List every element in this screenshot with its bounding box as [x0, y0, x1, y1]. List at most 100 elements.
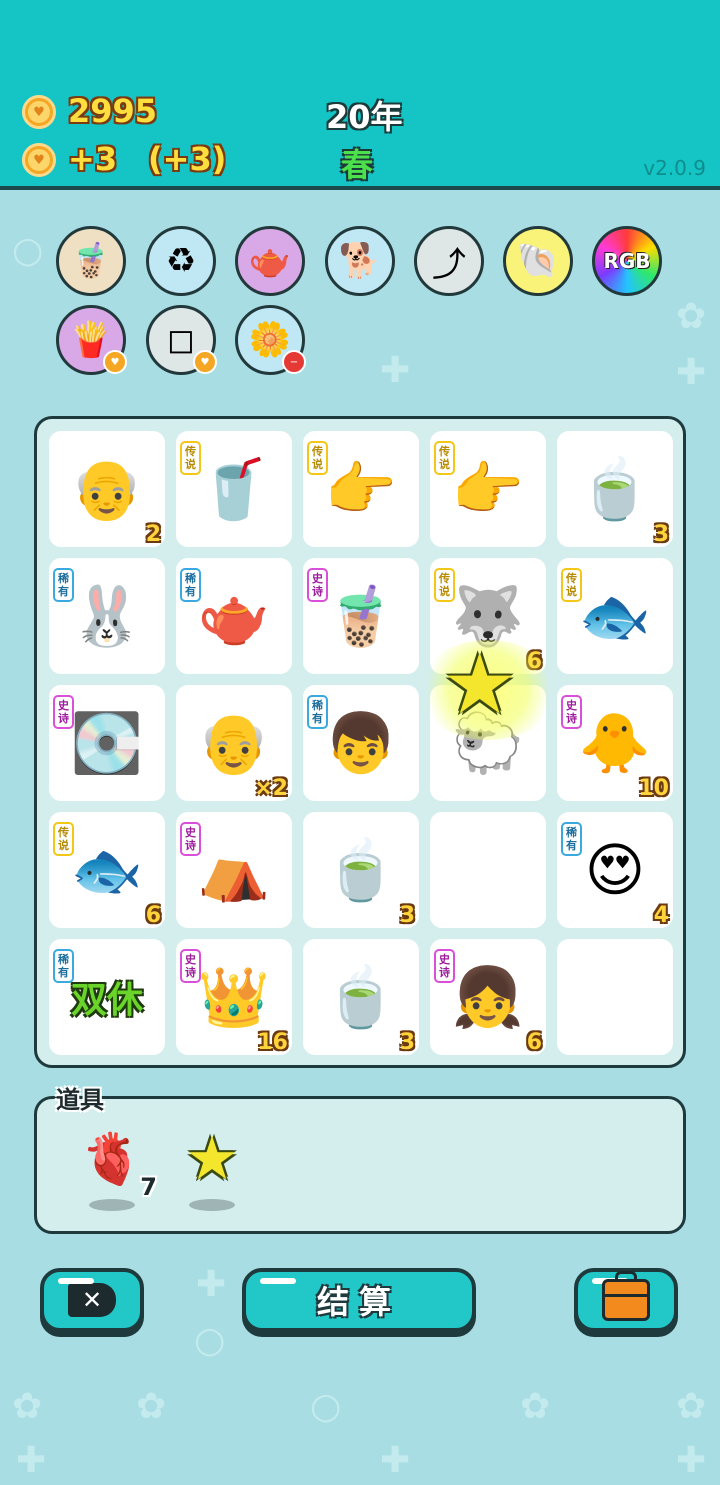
- background-pattern: ✚: [16, 1440, 47, 1481]
- sugar-cubes-icon[interactable]: ◻ ♥: [146, 305, 217, 375]
- coin-badge-icon: ♥: [193, 350, 217, 374]
- top-status-bar: ♥ 2995 ♥ +3 (+3) 20年 春 v2.0.9: [0, 0, 720, 190]
- coin-income-bonus: (+3): [148, 140, 227, 178]
- board-cell[interactable]: 🫖 稀有: [176, 558, 292, 674]
- board-cell[interactable]: 💽 史诗: [49, 685, 165, 801]
- cell-count: 3: [399, 903, 415, 928]
- fries-icon[interactable]: 🍟 ♥: [56, 305, 127, 375]
- background-pattern: ○: [310, 1386, 342, 1427]
- rarity-tag: 稀有: [307, 695, 328, 729]
- coin-icon: ♥: [22, 95, 56, 129]
- background-pattern: ✿: [676, 296, 707, 337]
- rarity-tag: 史诗: [180, 949, 201, 983]
- board-cell[interactable]: 🐟 传说: [557, 558, 673, 674]
- doge-sunglasses-icon[interactable]: 🐕: [325, 226, 395, 296]
- cell-count: 3: [399, 1030, 415, 1055]
- recycle-bag-icon[interactable]: ♻: [146, 226, 216, 296]
- board-cell[interactable]: 👉 传说: [430, 431, 546, 547]
- item-slot[interactable]: 🫀 7: [77, 1129, 157, 1211]
- potted-flower-icon[interactable]: 🌼 −: [235, 305, 306, 375]
- rarity-tag: 稀有: [561, 822, 582, 856]
- settle-button[interactable]: 结算: [242, 1268, 476, 1332]
- rarity-tag: 传说: [434, 568, 455, 602]
- item-count: 7: [140, 1173, 157, 1201]
- background-pattern: ○: [194, 1320, 226, 1361]
- empty-cell: [557, 939, 673, 1055]
- background-pattern: ○: [12, 230, 44, 271]
- rarity-tag: 稀有: [53, 949, 74, 983]
- background-pattern: ✿: [520, 1386, 551, 1427]
- board-cell[interactable]: 🥤 传说: [176, 431, 292, 547]
- rgb-icon[interactable]: RGB: [592, 226, 662, 296]
- rarity-tag: 传说: [53, 822, 74, 856]
- rarity-tag: 稀有: [53, 568, 74, 602]
- settle-button-label: 结算: [316, 1283, 401, 1321]
- liver-icon: 🫀: [80, 1129, 144, 1188]
- star-icon: ★: [185, 1124, 239, 1194]
- board-cell[interactable]: 🐟 传说 6: [49, 812, 165, 928]
- board-cell[interactable]: ⛺ 史诗: [176, 812, 292, 928]
- briefcase-icon: [602, 1271, 650, 1321]
- board-cell[interactable]: 🍵 3: [303, 812, 419, 928]
- background-pattern: ✿: [136, 1386, 167, 1427]
- item-shadow: [89, 1199, 135, 1211]
- board-cell[interactable]: 🍵 3: [303, 939, 419, 1055]
- minus-badge-icon: −: [282, 350, 306, 374]
- background-pattern: ✚: [380, 350, 411, 391]
- cell-count: 10: [638, 776, 669, 801]
- coin-badge-icon: ♥: [103, 350, 127, 374]
- coin-income: +3: [68, 140, 118, 178]
- gravy-boat-icon[interactable]: 🫖: [235, 226, 305, 296]
- empty-cell: [430, 812, 546, 928]
- rarity-tag: 史诗: [561, 695, 582, 729]
- rarity-tag: 稀有: [180, 568, 201, 602]
- board-cell[interactable]: 🧋 史诗: [303, 558, 419, 674]
- items-title: 道具: [56, 1086, 104, 1114]
- rarity-tag: 传说: [307, 441, 328, 475]
- coin-total: 2995: [68, 92, 158, 130]
- board-cell[interactable]: 🐰 稀有: [49, 558, 165, 674]
- year-label: 20年: [326, 98, 403, 136]
- item-shadow: [189, 1199, 235, 1211]
- game-board: 👴2🥤传说👉传说👉传说🍵3🐰稀有🫖稀有🧋史诗🐺传说6🐟传说💽史诗👴×2👦稀有🐑🐥…: [34, 416, 686, 1068]
- board-cell[interactable]: 👦 稀有: [303, 685, 419, 801]
- rarity-tag: 史诗: [180, 822, 201, 856]
- close-icon: ✕: [68, 1283, 116, 1317]
- cell-count: 6: [526, 1030, 542, 1055]
- season-label: 春: [341, 146, 374, 184]
- board-cell[interactable]: 🍵 3: [557, 431, 673, 547]
- background-pattern: ✚: [676, 1440, 707, 1481]
- star-effect-icon: ★: [442, 635, 518, 733]
- close-button[interactable]: ✕: [40, 1268, 144, 1332]
- rarity-tag: 传说: [561, 568, 582, 602]
- inventory-button[interactable]: [574, 1268, 678, 1332]
- coin-icon: ♥: [22, 143, 56, 177]
- version-label: v2.0.9: [643, 156, 706, 180]
- board-cell[interactable]: 👑 史诗 16: [176, 939, 292, 1055]
- cell-count: 2: [145, 522, 161, 547]
- background-pattern: ✿: [12, 1386, 43, 1427]
- arrow-card-icon[interactable]: ⤴: [414, 226, 484, 296]
- cell-count: ×2: [254, 776, 288, 801]
- rarity-tag: 传说: [180, 441, 201, 475]
- board-cell[interactable]: 双休 稀有: [49, 939, 165, 1055]
- cell-count: 3: [653, 522, 669, 547]
- board-cell[interactable]: [430, 812, 546, 928]
- board-cell[interactable]: 👴 ×2: [176, 685, 292, 801]
- board-cell[interactable]: [557, 939, 673, 1055]
- bubble-tea-dome-icon[interactable]: 🧋: [56, 226, 126, 296]
- seashell-icon[interactable]: 🐚: [503, 226, 573, 296]
- board-cell[interactable]: 👉 传说: [303, 431, 419, 547]
- cell-count: 4: [653, 903, 669, 928]
- item-slot[interactable]: ★: [177, 1124, 247, 1211]
- background-pattern: ✿: [676, 1386, 707, 1427]
- rarity-tag: 传说: [434, 441, 455, 475]
- cell-count: 16: [257, 1030, 288, 1055]
- cell-count: 6: [145, 903, 161, 928]
- board-cell[interactable]: 🐥 史诗 10: [557, 685, 673, 801]
- board-cell[interactable]: 👴 2: [49, 431, 165, 547]
- rarity-tag: 史诗: [53, 695, 74, 729]
- items-panel: 🫀 7 ★: [34, 1096, 686, 1234]
- board-cell[interactable]: 👧 史诗 6: [430, 939, 546, 1055]
- board-cell[interactable]: 😍 稀有 4: [557, 812, 673, 928]
